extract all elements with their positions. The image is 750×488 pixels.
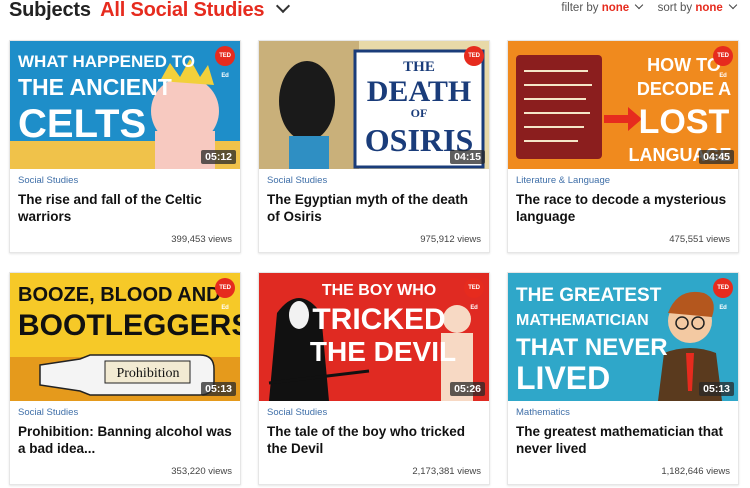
ted-ed-logo: TED Ed xyxy=(215,278,235,311)
category-link[interactable]: Mathematics xyxy=(516,407,570,418)
filter-label: filter by xyxy=(561,2,599,14)
video-title[interactable]: The greatest mathematician that never li… xyxy=(516,423,732,457)
thumb-line-3: THE DEVIL xyxy=(310,336,456,367)
category-link[interactable]: Social Studies xyxy=(267,175,327,186)
thumb-line-1: THE xyxy=(403,59,435,75)
filter-value[interactable]: none xyxy=(602,2,629,14)
selected-subject[interactable]: All Social Studies xyxy=(100,0,264,21)
video-thumbnail[interactable]: THE GREATEST MATHEMATICIAN THAT NEVER LI… xyxy=(508,273,738,401)
thumb-line-3: OF xyxy=(411,106,428,120)
subject-selector[interactable]: Subjects All Social Studies xyxy=(9,0,290,22)
top-bar: Subjects All Social Studies filter by no… xyxy=(0,0,750,22)
thumb-line-1: THE BOY WHO xyxy=(322,282,436,299)
chevron-down-icon[interactable] xyxy=(275,0,290,14)
subjects-label: Subjects xyxy=(9,0,91,21)
duration-badge: 05:12 xyxy=(201,150,236,164)
duration-badge: 05:26 xyxy=(450,382,485,396)
view-count: 975,912 views xyxy=(420,234,481,245)
thumb-line-3: LOST xyxy=(639,103,730,141)
ted-ed-logo: TED Ed xyxy=(713,278,733,311)
sort-dropdown[interactable]: sort by none xyxy=(657,0,738,14)
duration-badge: 04:45 xyxy=(699,150,734,164)
video-card[interactable]: THE GREATEST MATHEMATICIAN THAT NEVER LI… xyxy=(507,272,739,485)
video-title[interactable]: The tale of the boy who tricked the Devi… xyxy=(267,423,483,457)
filter-dropdown[interactable]: filter by none xyxy=(561,0,644,14)
thumb-line-2: THE ANCIENT xyxy=(18,74,172,100)
view-count: 2,173,381 views xyxy=(412,466,481,477)
thumb-line-2: DEATH xyxy=(367,75,471,108)
ted-ed-logo: TED Ed xyxy=(215,46,235,79)
thumb-line-3: Prohibition xyxy=(116,366,179,381)
category-link[interactable]: Social Studies xyxy=(267,407,327,418)
video-title[interactable]: The rise and fall of the Celtic warriors xyxy=(18,191,234,225)
chevron-down-icon[interactable] xyxy=(635,0,644,10)
video-title[interactable]: Prohibition: Banning alcohol was a bad i… xyxy=(18,423,234,457)
thumb-line-3: CELTS xyxy=(18,102,146,146)
view-count: 399,453 views xyxy=(171,234,232,245)
video-thumbnail[interactable]: THE BOY WHO TRICKED THE DEVIL TED Ed 05:… xyxy=(259,273,489,401)
video-thumbnail[interactable]: THE DEATH OF OSIRIS TED Ed 04:15 xyxy=(259,41,489,169)
view-count: 353,220 views xyxy=(171,466,232,477)
thumb-line-1: HOW TO xyxy=(647,55,721,75)
video-card[interactable]: HOW TO DECODE A LOST LANGUAGE TED Ed 04:… xyxy=(507,40,739,253)
thumb-line-1: BOOZE, BLOOD AND xyxy=(18,284,221,306)
thumb-line-2: TRICKED xyxy=(312,303,445,336)
duration-badge: 05:13 xyxy=(201,382,236,396)
video-thumbnail[interactable]: BOOZE, BLOOD AND BOOTLEGGERS Prohibition… xyxy=(10,273,240,401)
thumb-line-2: BOOTLEGGERS xyxy=(18,309,240,342)
video-card[interactable]: THE DEATH OF OSIRIS TED Ed 04:15 Social … xyxy=(258,40,490,253)
thumb-line-1: WHAT HAPPENED TO xyxy=(18,52,195,71)
filter-sort-controls: filter by none sort by none xyxy=(549,0,738,14)
view-count: 1,182,646 views xyxy=(661,466,730,477)
category-link[interactable]: Social Studies xyxy=(18,175,78,186)
thumb-line-3: THAT NEVER xyxy=(516,334,668,361)
video-card[interactable]: THE BOY WHO TRICKED THE DEVIL TED Ed 05:… xyxy=(258,272,490,485)
video-card[interactable]: BOOZE, BLOOD AND BOOTLEGGERS Prohibition… xyxy=(9,272,241,485)
sort-label: sort by xyxy=(657,2,693,14)
ted-ed-logo: TED Ed xyxy=(464,46,484,79)
thumb-line-4: LIVED xyxy=(516,360,610,396)
video-thumbnail[interactable]: HOW TO DECODE A LOST LANGUAGE TED Ed 04:… xyxy=(508,41,738,169)
video-title[interactable]: The race to decode a mysterious language xyxy=(516,191,732,225)
thumb-line-2: MATHEMATICIAN xyxy=(516,312,649,329)
video-card[interactable]: WHAT HAPPENED TO THE ANCIENT CELTS TED E… xyxy=(9,40,241,253)
thumb-line-1: THE GREATEST xyxy=(516,285,662,306)
duration-badge: 05:13 xyxy=(699,382,734,396)
ted-ed-logo: TED Ed xyxy=(464,278,484,311)
video-title[interactable]: The Egyptian myth of the death of Osiris xyxy=(267,191,483,225)
video-thumbnail[interactable]: WHAT HAPPENED TO THE ANCIENT CELTS TED E… xyxy=(10,41,240,169)
sort-value[interactable]: none xyxy=(695,2,722,14)
category-link[interactable]: Social Studies xyxy=(18,407,78,418)
duration-badge: 04:15 xyxy=(450,150,485,164)
category-link[interactable]: Literature & Language xyxy=(516,175,610,186)
view-count: 475,551 views xyxy=(669,234,730,245)
thumb-line-2: DECODE A xyxy=(637,79,731,99)
ted-ed-logo: TED Ed xyxy=(713,46,733,79)
chevron-down-icon[interactable] xyxy=(728,0,738,10)
